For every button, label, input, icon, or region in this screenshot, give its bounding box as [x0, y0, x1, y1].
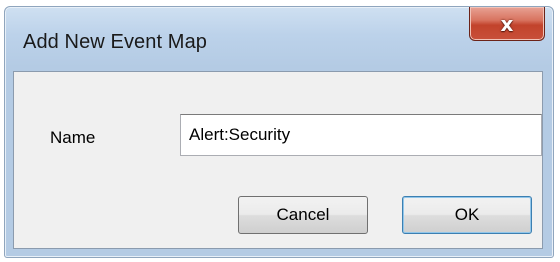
close-icon: x [500, 11, 514, 36]
ok-button[interactable]: OK [402, 196, 532, 234]
name-label: Name [50, 128, 96, 147]
add-event-map-dialog: Add New Event Map x Name Cancel OK [4, 6, 554, 258]
dialog-body: Name Cancel OK [13, 71, 543, 249]
name-input[interactable] [180, 114, 542, 156]
close-button[interactable]: x [469, 7, 545, 41]
cancel-button[interactable]: Cancel [238, 196, 368, 234]
title-bar[interactable]: Add New Event Map x [5, 7, 553, 71]
dialog-title: Add New Event Map [23, 31, 208, 53]
